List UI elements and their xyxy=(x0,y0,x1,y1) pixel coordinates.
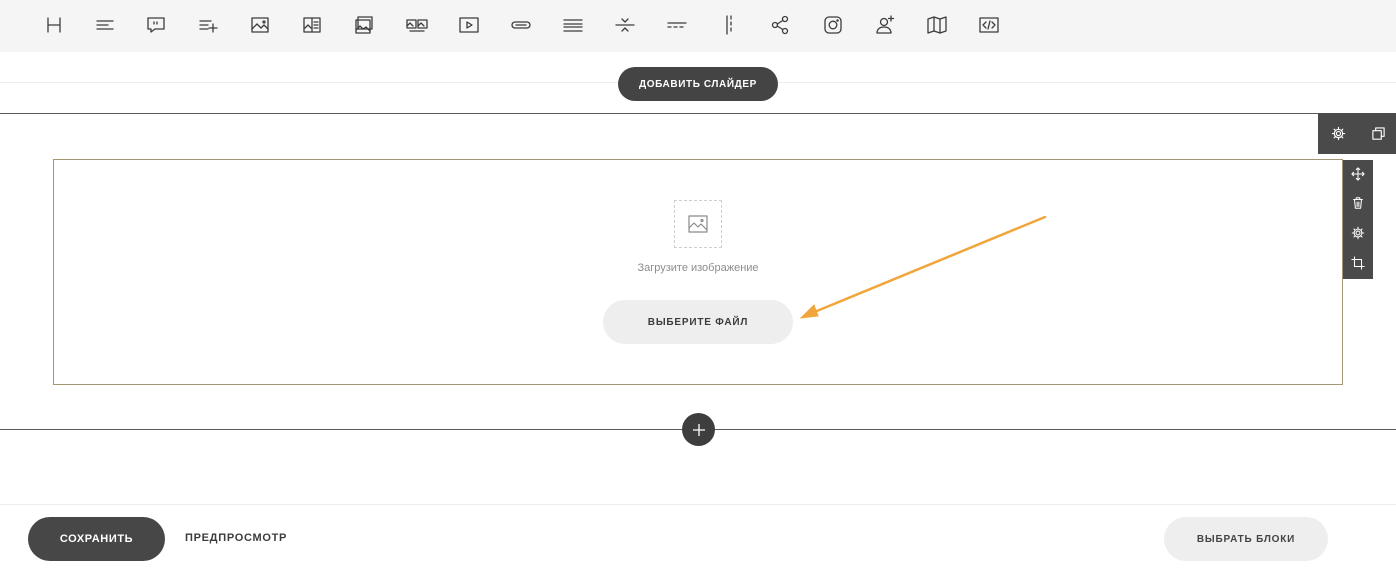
move-icon[interactable] xyxy=(1348,164,1368,184)
gallery-icon[interactable] xyxy=(349,10,379,40)
trash-icon[interactable] xyxy=(1348,193,1368,213)
user-add-icon[interactable] xyxy=(870,10,900,40)
row-top-border xyxy=(0,113,1396,114)
choose-blocks-button[interactable]: ВЫБРАТЬ БЛОКИ xyxy=(1164,517,1328,561)
list-add-icon[interactable] xyxy=(193,10,223,40)
gear-icon[interactable] xyxy=(1328,123,1348,143)
image-icon xyxy=(688,215,708,233)
copy-icon[interactable] xyxy=(1368,123,1388,143)
block-tools-panel xyxy=(1343,160,1373,279)
instagram-icon[interactable] xyxy=(818,10,848,40)
divider-icon[interactable] xyxy=(610,10,640,40)
vertical-line-icon[interactable] xyxy=(714,10,744,40)
footer-bar: СОХРАНИТЬ ПРЕДПРОСМОТР ВЫБРАТЬ БЛОКИ xyxy=(0,504,1396,587)
slider-icon[interactable] xyxy=(402,10,432,40)
image-block: Загрузите изображение ВЫБЕРИТЕ ФАЙЛ xyxy=(53,159,1343,385)
plus-icon xyxy=(692,423,705,436)
map-icon[interactable] xyxy=(922,10,952,40)
heading-icon[interactable] xyxy=(39,10,69,40)
save-button[interactable]: СОХРАНИТЬ xyxy=(28,517,165,561)
preview-link[interactable]: ПРЕДПРОСМОТР xyxy=(185,532,287,544)
text-icon[interactable] xyxy=(90,10,120,40)
image-icon[interactable] xyxy=(245,10,275,40)
crop-icon[interactable] xyxy=(1348,253,1368,273)
image-placeholder[interactable] xyxy=(674,200,722,248)
video-icon[interactable] xyxy=(454,10,484,40)
block-toolbar xyxy=(0,0,1396,52)
lines-icon[interactable] xyxy=(558,10,588,40)
gear-icon[interactable] xyxy=(1348,223,1368,243)
button-icon[interactable] xyxy=(506,10,536,40)
share-icon[interactable] xyxy=(765,10,795,40)
dashed-line-icon[interactable] xyxy=(662,10,692,40)
add-slider-button[interactable]: ДОБАВИТЬ СЛАЙДЕР xyxy=(618,67,778,101)
upload-hint: Загрузите изображение xyxy=(637,262,759,274)
quote-icon[interactable] xyxy=(141,10,171,40)
code-icon[interactable] xyxy=(974,10,1004,40)
choose-file-button[interactable]: ВЫБЕРИТЕ ФАЙЛ xyxy=(603,300,793,344)
row-tools-panel xyxy=(1318,113,1396,154)
add-block-button[interactable] xyxy=(682,413,715,446)
image-text-icon[interactable] xyxy=(297,10,327,40)
